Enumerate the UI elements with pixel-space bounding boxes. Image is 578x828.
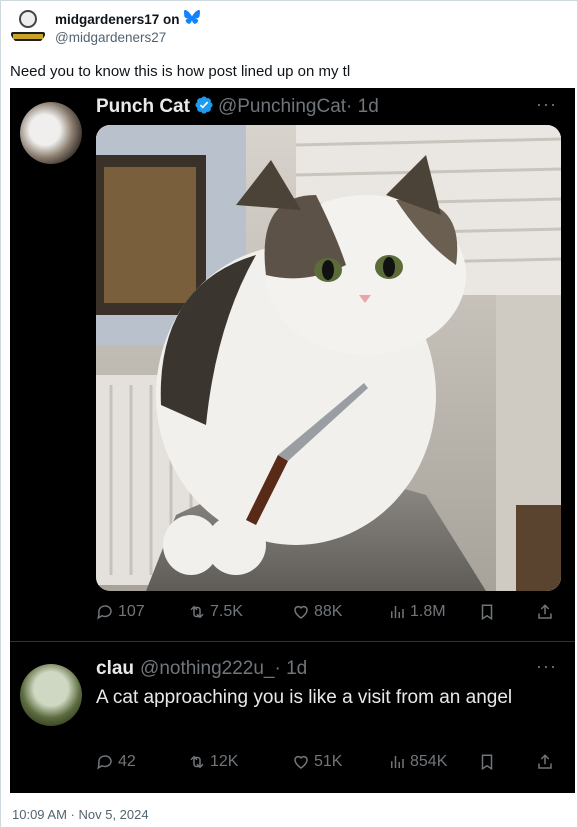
tweet1-header: Punch Cat @PunchingCat · 1d (96, 92, 379, 122)
tweet-divider (10, 641, 575, 642)
embedded-screenshot: Punch Cat @PunchingCat · 1d ··· 107 7.5K… (10, 88, 575, 793)
author-block: midgardeners17 on @midgardeners27 (55, 9, 200, 45)
author-handle[interactable]: @midgardeners27 (55, 30, 200, 45)
like-button[interactable]: 88K (292, 603, 388, 621)
tweet2-handle[interactable]: @nothing222u_ (140, 658, 274, 680)
punchcat-avatar[interactable] (20, 102, 82, 164)
tweet1-action-bar: 107 7.5K 88K 1.8M (96, 603, 561, 621)
avatar-banner-stripe (13, 34, 43, 39)
post-header: midgardeners17 on @midgardeners27 (9, 7, 200, 47)
author-name-row: midgardeners17 on (55, 9, 200, 29)
repost-icon (190, 605, 204, 619)
post-card: midgardeners17 on @midgardeners27 Need y… (0, 0, 578, 828)
repost-button[interactable]: 12K (188, 753, 292, 771)
share-button[interactable] (536, 603, 554, 621)
bluesky-butterfly-icon (183, 9, 200, 29)
tweet2-text: A cat approaching you is like a visit fr… (96, 687, 513, 708)
reply-count: 107 (118, 603, 145, 620)
tweet2-action-bar: 42 12K 51K 854K (96, 753, 561, 771)
views-button[interactable]: 1.8M (388, 603, 478, 621)
reply-count: 42 (118, 753, 136, 770)
post-timestamp[interactable]: 10:09 AM · Nov 5, 2024 (12, 807, 149, 822)
view-count: 1.8M (410, 603, 446, 620)
tweet2-header: clau @nothing222u_ · 1d (96, 654, 307, 684)
like-count: 51K (314, 753, 343, 770)
share-icon (538, 754, 552, 769)
tweet1-handle[interactable]: @PunchingCat (218, 96, 346, 118)
reply-icon (97, 755, 112, 770)
share-button[interactable] (536, 753, 554, 771)
reply-button[interactable]: 42 (96, 753, 188, 771)
repost-count: 7.5K (210, 603, 243, 620)
tweet2-name[interactable]: clau (96, 658, 134, 680)
bookmark-button[interactable] (478, 753, 536, 771)
view-count: 854K (410, 753, 448, 770)
cat-holding-knife-photo[interactable] (96, 125, 561, 591)
like-count: 88K (314, 603, 343, 620)
avatar[interactable] (9, 8, 47, 46)
views-icon (391, 606, 404, 618)
views-icon (391, 756, 404, 768)
more-options-icon[interactable]: ··· (536, 94, 557, 115)
author-display-name[interactable]: midgardeners17 on (55, 12, 180, 27)
share-icon (538, 604, 552, 619)
bookmark-button[interactable] (478, 603, 536, 621)
repost-count: 12K (210, 753, 239, 770)
repost-button[interactable]: 7.5K (188, 603, 292, 621)
post-text: Need you to know this is how post lined … (10, 63, 351, 80)
bookmark-icon (481, 754, 493, 771)
avatar-emblem (19, 10, 37, 28)
views-button[interactable]: 854K (388, 753, 478, 771)
tweet1-name[interactable]: Punch Cat (96, 96, 190, 118)
reply-button[interactable]: 107 (96, 603, 188, 621)
tweet2-age: · 1d (274, 658, 308, 679)
tweet1-age: · 1d (346, 96, 379, 117)
heart-icon (294, 605, 308, 619)
clau-avatar[interactable] (20, 664, 82, 726)
reply-icon (97, 605, 112, 620)
bookmark-icon (481, 604, 493, 621)
like-button[interactable]: 51K (292, 753, 388, 771)
more-options-icon[interactable]: ··· (536, 656, 557, 677)
heart-icon (294, 755, 308, 769)
verified-badge-icon (190, 95, 218, 120)
repost-icon (190, 755, 204, 769)
